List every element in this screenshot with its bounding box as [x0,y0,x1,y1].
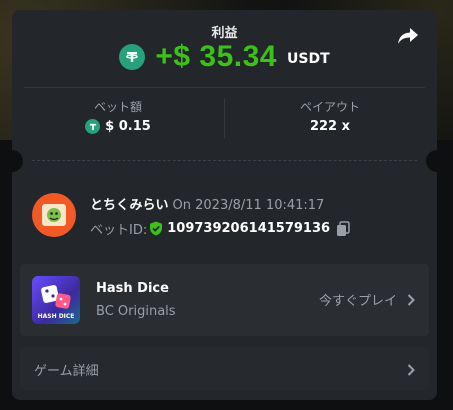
avatar[interactable] [32,193,76,237]
bet-detail-card: 利益 +$ 35.34 USDT ベット額 $ 0.15 ペイアウト 222 x… [12,10,437,400]
game-info: Hash Dice BC Originals [96,281,176,319]
play-now-label: 今すぐプレイ [318,294,397,309]
bet-amount-value-row: $ 0.15 [18,119,218,134]
game-thumbnail: HASH DICE [32,276,80,324]
bet-amount-value: $ 0.15 [105,119,151,134]
stats-divider-vertical [224,98,225,138]
profit-currency: USDT [287,51,330,67]
ticket-notch-left [12,150,23,172]
bet-amount-stat: ベット額 $ 0.15 [18,98,218,134]
bet-amount-label: ベット額 [93,100,142,114]
tether-icon [119,44,146,70]
payout-value: 222 x [309,119,351,134]
game-provider: BC Originals [96,304,176,319]
ticket-notch-right [426,150,437,172]
bet-id-label: ベットID: [90,223,148,238]
copy-icon[interactable] [336,220,350,237]
bet-id-line: ベットID: 109739206141579136 [90,219,350,238]
bet-timestamp: On 2023/8/11 10:41:17 [172,198,325,213]
username[interactable]: とちくみらい [90,198,169,213]
game-row[interactable]: HASH DICE Hash Dice BC Originals 今すぐプレイ [20,264,429,336]
payout-label: ペイアウト [299,100,360,114]
chevron-right-icon [407,361,415,380]
game-name: Hash Dice [96,281,169,296]
tether-icon [85,119,101,134]
ticket-divider [32,160,417,161]
shield-check-icon [149,221,163,236]
chevron-right-icon [407,293,415,306]
profit-label: 利益 [211,26,238,41]
game-details-row[interactable]: ゲーム詳細 [20,347,429,391]
profit-value: +$ 35.34 [155,40,277,73]
stats-divider-horizontal [24,87,425,88]
game-details-label: ゲーム詳細 [34,363,99,379]
payout-stat: ペイアウト 222 x [230,98,430,134]
game-thumbnail-label: HASH DICE [37,313,75,320]
user-line: とちくみらい On 2023/8/11 10:41:17 [90,194,324,213]
play-now-button[interactable]: 今すぐプレイ [319,290,415,309]
profit-row: +$ 35.34 USDT [12,40,437,74]
bet-id-value: 109739206141579136 [167,221,331,236]
